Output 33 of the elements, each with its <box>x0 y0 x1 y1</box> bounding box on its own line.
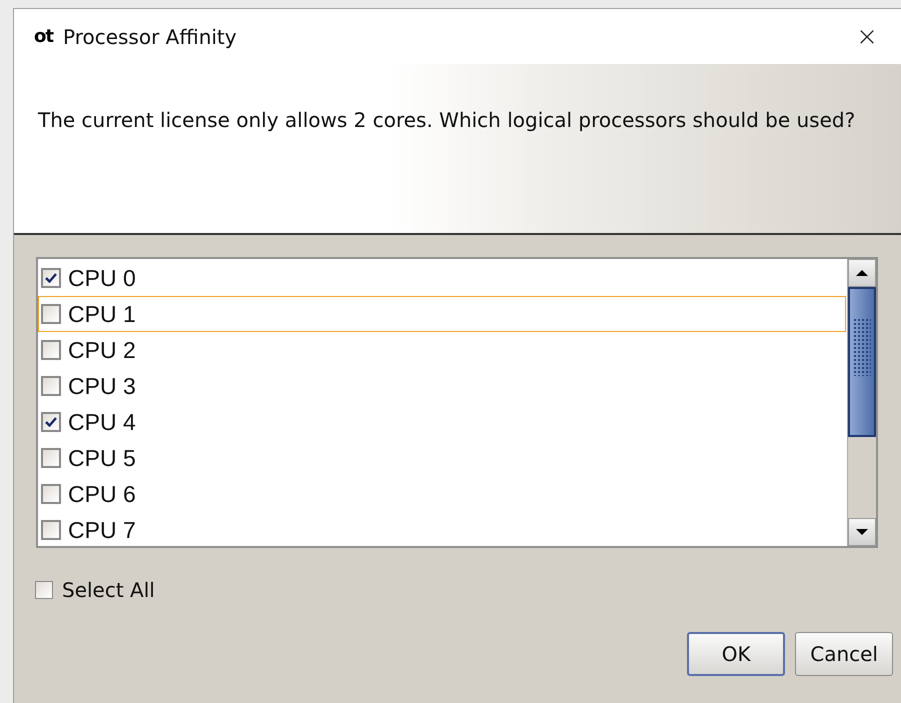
check-icon <box>45 417 57 427</box>
checkbox[interactable] <box>41 340 61 360</box>
checkbox[interactable] <box>41 268 61 288</box>
select-all-label[interactable]: Select All <box>62 578 155 602</box>
focused-row[interactable]: CPU 1 <box>38 296 846 332</box>
checkbox[interactable] <box>41 448 61 468</box>
cpu-label[interactable]: CPU 5 <box>68 444 136 472</box>
window-title: Processor Affinity <box>62 24 238 48</box>
cpu-label[interactable]: CPU 0 <box>68 264 136 292</box>
cpu-label[interactable]: CPU 2 <box>68 336 136 364</box>
app-logo: ot <box>34 26 53 47</box>
cpu-label[interactable]: CPU 1 <box>68 300 136 328</box>
message-text: The current license only allows 2 cores. Which logical processors should be used? <box>38 107 856 134</box>
checkbox[interactable] <box>41 412 61 432</box>
scroll-thumb[interactable] <box>848 287 876 437</box>
checkbox[interactable] <box>35 581 53 599</box>
scroll-up-button[interactable] <box>848 259 876 287</box>
cpu-label[interactable]: CPU 4 <box>68 408 136 436</box>
cancel-button[interactable]: Cancel <box>795 632 893 676</box>
check-icon <box>45 273 57 283</box>
checkbox[interactable] <box>41 520 61 540</box>
checkbox[interactable] <box>41 484 61 504</box>
close-button[interactable]: × <box>847 22 887 52</box>
scrollbar[interactable] <box>847 259 876 546</box>
ok-button[interactable]: OK <box>687 632 786 676</box>
down-arrow-icon <box>855 528 869 536</box>
checkbox[interactable] <box>41 304 61 324</box>
scroll-down-button[interactable] <box>848 518 876 546</box>
cpu-label[interactable]: CPU 7 <box>68 516 136 544</box>
cpu-label[interactable]: CPU 3 <box>68 372 136 400</box>
checkbox[interactable] <box>41 376 61 396</box>
cpu-label[interactable]: CPU 6 <box>68 480 136 508</box>
up-arrow-icon <box>855 269 869 277</box>
